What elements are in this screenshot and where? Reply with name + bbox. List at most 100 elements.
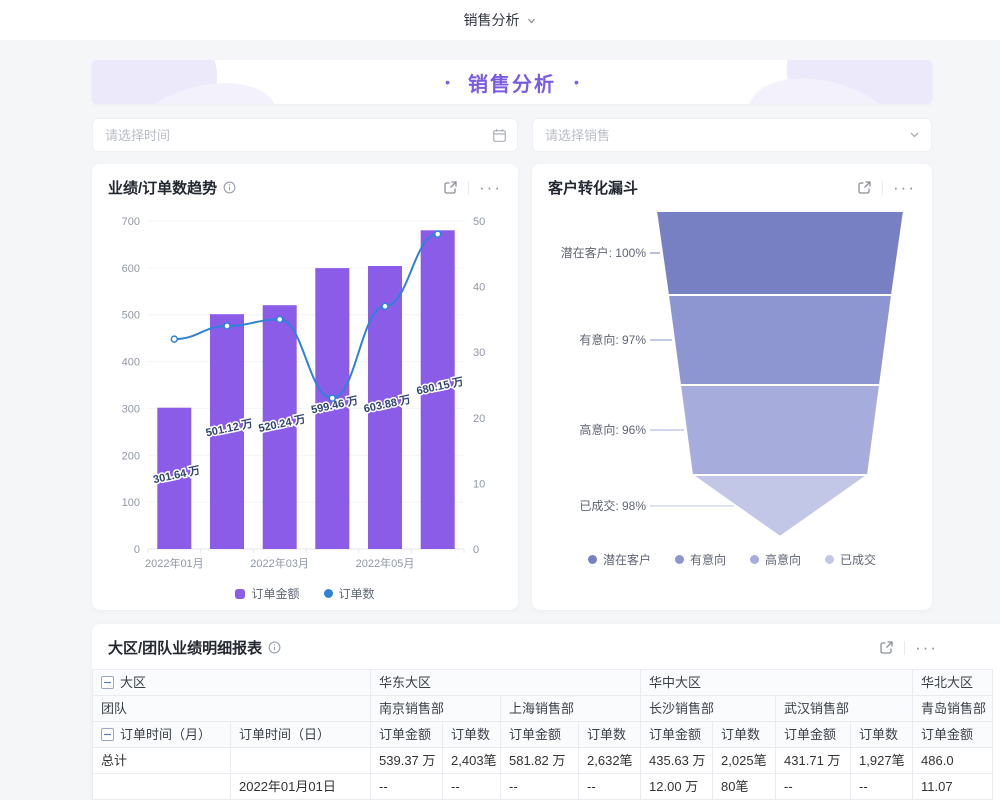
legend-marker (675, 555, 684, 564)
line-point (382, 303, 388, 309)
svg-text:300: 300 (122, 403, 140, 415)
legend-item[interactable]: 已成交 (825, 551, 876, 568)
svg-text:2022年01月: 2022年01月 (145, 556, 204, 570)
legend-item[interactable]: 订单金额 (235, 585, 299, 602)
value-cell: 80笔 (713, 774, 776, 800)
team-cell: 青岛销售部 (913, 696, 993, 722)
value-cell: 486.0 (913, 748, 993, 774)
metric-amount-cell: 订单金额 (501, 722, 579, 748)
svg-text:400: 400 (122, 357, 140, 369)
line-point (224, 323, 230, 329)
funnel-stage (656, 211, 904, 295)
banner: • 销售分析 • (92, 60, 932, 104)
trend-legend: 订单金额 订单数 (92, 585, 518, 602)
export-icon[interactable] (857, 180, 872, 195)
line-point (435, 231, 441, 237)
collapse-icon[interactable] (101, 676, 114, 689)
legend-item[interactable]: 有意向 (675, 551, 726, 568)
funnel-card-title: 客户转化漏斗 (548, 177, 638, 198)
charts-row: 业绩/订单数趋势 ··· 010020030040050060070001020… (92, 164, 1000, 610)
line-point (171, 336, 177, 342)
banner-title: 销售分析 (468, 68, 556, 97)
team-cell: 武汉销售部 (776, 696, 913, 722)
export-icon[interactable] (443, 180, 458, 195)
table-header-regions: 大区华东大区华中大区华北大区 (93, 670, 993, 696)
metric-amount-cell: 订单金额 (371, 722, 443, 748)
region-header-cell: 大区 (93, 670, 371, 696)
export-icon[interactable] (879, 640, 894, 655)
chevron-down-icon (526, 15, 537, 26)
svg-text:40: 40 (473, 282, 485, 294)
funnel-chart: 潜在客户: 100%有意向: 97%高意向: 96%已成交: 98% (548, 207, 916, 547)
value-cell: 2,403笔 (443, 748, 501, 774)
team-header-cell: 团队 (93, 696, 371, 722)
table-row: 2022年01月01日--------12.00 万80笔----11.07 (93, 774, 993, 800)
trend-card-title: 业绩/订单数趋势 (108, 177, 217, 198)
info-icon[interactable] (268, 641, 281, 654)
legend-marker (588, 555, 597, 564)
funnel-label: 已成交: 98% (579, 498, 646, 513)
info-icon[interactable] (223, 181, 236, 194)
page-title-dropdown[interactable]: 销售分析 (464, 10, 537, 30)
team-cell: 长沙销售部 (641, 696, 776, 722)
banner-dot-left: • (445, 74, 450, 90)
value-cell: -- (371, 774, 443, 800)
legend-item[interactable]: 高意向 (750, 551, 801, 568)
funnel-card: 客户转化漏斗 ··· 潜在客户: 100%有意向: 97%高意向: 96%已成交… (532, 164, 932, 610)
legend-marker (235, 589, 245, 599)
svg-text:100: 100 (122, 497, 140, 509)
value-cell: -- (443, 774, 501, 800)
topbar: 销售分析 (0, 0, 1000, 40)
divider (904, 641, 905, 655)
value-cell: -- (851, 774, 913, 800)
funnel-label: 潜在客户: 100% (561, 245, 647, 260)
line-point (277, 316, 283, 322)
funnel-label: 有意向: 97% (579, 332, 646, 347)
svg-text:200: 200 (122, 450, 140, 462)
metric-amount-cell: 订单金额 (641, 722, 713, 748)
svg-text:2022年05月: 2022年05月 (356, 556, 415, 570)
svg-text:500: 500 (122, 310, 140, 322)
trend-card: 业绩/订单数趋势 ··· 010020030040050060070001020… (92, 164, 518, 610)
day-header-cell: 订单时间（日） (231, 722, 371, 748)
value-cell: -- (501, 774, 579, 800)
funnel-stage (680, 385, 880, 475)
svg-text:30: 30 (473, 347, 485, 359)
legend-item[interactable]: 潜在客户 (588, 551, 651, 568)
value-cell: 539.37 万 (371, 748, 443, 774)
table-card-title: 大区/团队业绩明细报表 (108, 637, 262, 658)
month-cell (93, 774, 231, 800)
sales-filter-select[interactable] (532, 118, 932, 152)
detail-table: 大区华东大区华中大区华北大区团队南京销售部上海销售部长沙销售部武汉销售部青岛销售… (92, 669, 993, 800)
svg-text:0: 0 (473, 544, 479, 556)
trend-bar-line-chart: 010020030040050060070001020304050301.64 … (108, 207, 502, 581)
metric-count-cell: 订单数 (851, 722, 913, 748)
collapse-icon[interactable] (101, 728, 114, 741)
legend-item[interactable]: 订单数 (324, 585, 375, 602)
month-header-cell: 订单时间（月） (93, 722, 231, 748)
topbar-title-text: 销售分析 (464, 10, 520, 30)
more-menu-icon[interactable]: ··· (915, 643, 938, 653)
dashboard-page: • 销售分析 • 业绩/订单数趋势 (0, 40, 1000, 800)
legend-marker (324, 589, 333, 598)
value-cell: -- (776, 774, 851, 800)
day-cell: 2022年01月01日 (231, 774, 371, 800)
legend-marker (750, 555, 759, 564)
team-cell: 南京销售部 (371, 696, 501, 722)
funnel-legend: 潜在客户 有意向 高意向 已成交 (532, 551, 932, 568)
filter-bar (92, 118, 1000, 152)
region-cell: 华北大区 (913, 670, 993, 696)
more-menu-icon[interactable]: ··· (479, 183, 502, 193)
table-header-teams: 团队南京销售部上海销售部长沙销售部武汉销售部青岛销售部 (93, 696, 993, 722)
banner-dot-right: • (574, 74, 579, 90)
svg-text:20: 20 (473, 413, 485, 425)
divider (468, 181, 469, 195)
region-cell: 华东大区 (371, 670, 641, 696)
more-menu-icon[interactable]: ··· (893, 183, 916, 193)
time-filter-input[interactable] (92, 118, 518, 152)
line-point (329, 395, 335, 401)
value-cell: -- (579, 774, 641, 800)
metric-count-cell: 订单数 (443, 722, 501, 748)
metric-amount-cell: 订单金额 (776, 722, 851, 748)
metric-count-cell: 订单数 (713, 722, 776, 748)
